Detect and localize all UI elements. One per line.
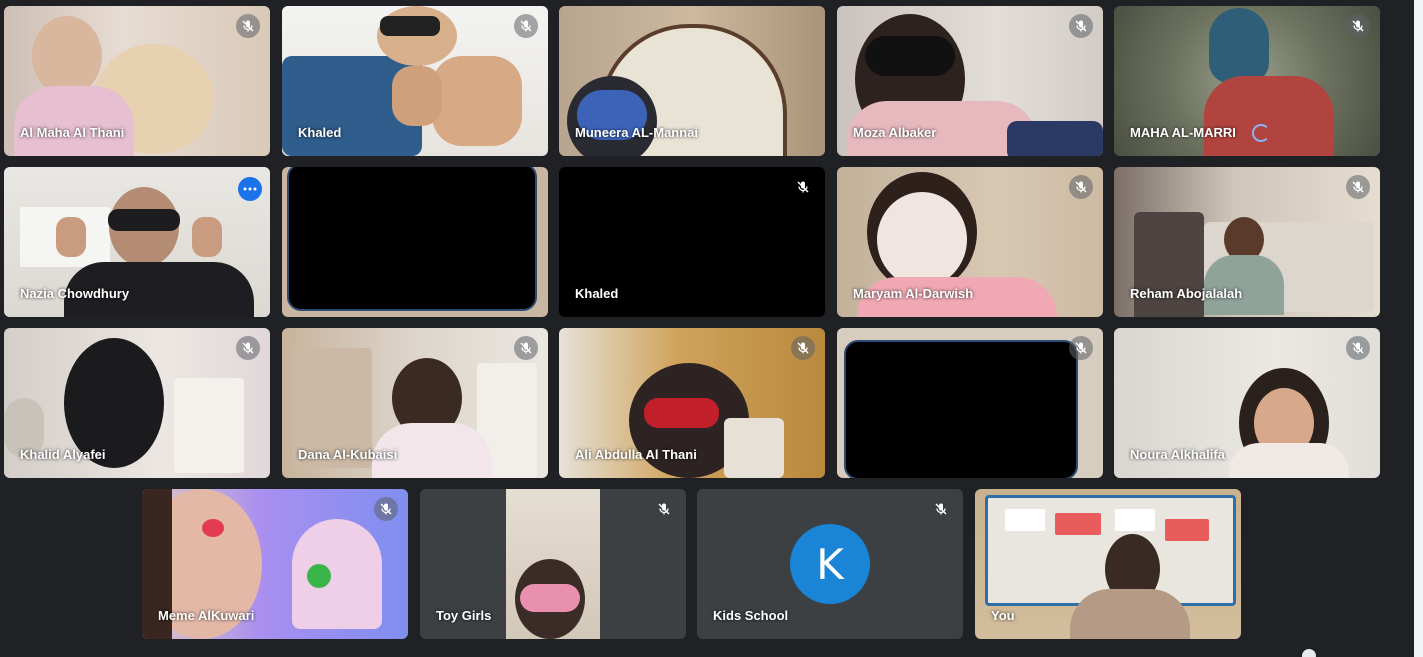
loading-spinner-icon [1252,124,1270,142]
participant-tile[interactable]: Khaled [282,6,548,156]
participant-name: Meme AlKuwari [158,608,255,623]
participant-name: Kids School [713,608,789,623]
participant-name: Khaled [575,286,619,301]
participant-name: Maryam Al-Darwish [853,286,974,301]
participant-tile[interactable]: Reham Abojalalah [1114,167,1380,317]
participant-name: Noura Alkhalifa [1130,447,1225,462]
participant-tile[interactable] [282,167,548,317]
mic-off-icon [1346,175,1370,199]
participant-name: Moza Albaker [853,125,937,140]
mic-off-icon [514,336,538,360]
participant-tile[interactable]: Meme AlKuwari [142,489,408,639]
participant-tile[interactable]: Maryam Al-Darwish [837,167,1103,317]
participant-name: Toy Girls [436,608,492,623]
participant-tile[interactable]: Al Maha Al Thani [4,6,270,156]
participant-name: Khaled [298,125,342,140]
participant-name: Ali Abdulla Al Thani [575,447,697,462]
status-indicator [1302,649,1316,657]
participant-tile[interactable]: Moza Albaker [837,6,1103,156]
participant-tile[interactable]: Khalid Alyafei [4,328,270,478]
participant-tile[interactable]: Dana Al-Kubaisi [282,328,548,478]
participant-name: Muneera AL-Mannai [575,125,699,140]
mic-off-icon [1069,336,1093,360]
mic-off-icon [1346,336,1370,360]
mic-off-icon [236,336,260,360]
participant-name: Khalid Alyafei [20,447,106,462]
meeting-grid: Al Maha Al Thani Khaled Muneera AL-Manna… [0,0,1423,657]
avatar: K [790,524,870,604]
more-options-icon[interactable] [238,177,262,201]
participant-name: Nazia Chowdhury [20,286,130,301]
participant-tile[interactable] [837,328,1103,478]
mic-off-icon [791,336,815,360]
mic-off-icon [236,14,260,38]
participant-tile[interactable]: K Kids School [697,489,963,639]
participant-name: MAHA AL-MARRI [1130,125,1236,140]
video-off-placeholder [287,167,537,311]
participant-name: Al Maha Al Thani [20,125,125,140]
participant-tile[interactable]: Ali Abdulla Al Thani [559,328,825,478]
mic-off-icon [374,497,398,521]
mic-off-icon [1069,175,1093,199]
participant-name: You [991,608,1015,623]
participant-tile-self[interactable]: You [975,489,1241,639]
participant-tile[interactable]: MAHA AL-MARRI [1114,6,1380,156]
scrollbar[interactable] [1414,0,1423,657]
mic-off-icon [514,14,538,38]
participant-tile[interactable]: Khaled [559,167,825,317]
participant-name: Reham Abojalalah [1130,286,1243,301]
mic-off-icon [929,497,953,521]
participant-name: Dana Al-Kubaisi [298,447,398,462]
participant-tile[interactable]: Noura Alkhalifa [1114,328,1380,478]
video-off-placeholder [844,340,1078,478]
mic-off-icon [652,497,676,521]
participant-tile-active[interactable]: Nazia Chowdhury [4,167,270,317]
mic-off-icon [791,175,815,199]
mic-off-icon [1346,14,1370,38]
mic-off-icon [1069,14,1093,38]
participant-tile[interactable]: Toy Girls [420,489,686,639]
participant-tile[interactable]: Muneera AL-Mannai [559,6,825,156]
